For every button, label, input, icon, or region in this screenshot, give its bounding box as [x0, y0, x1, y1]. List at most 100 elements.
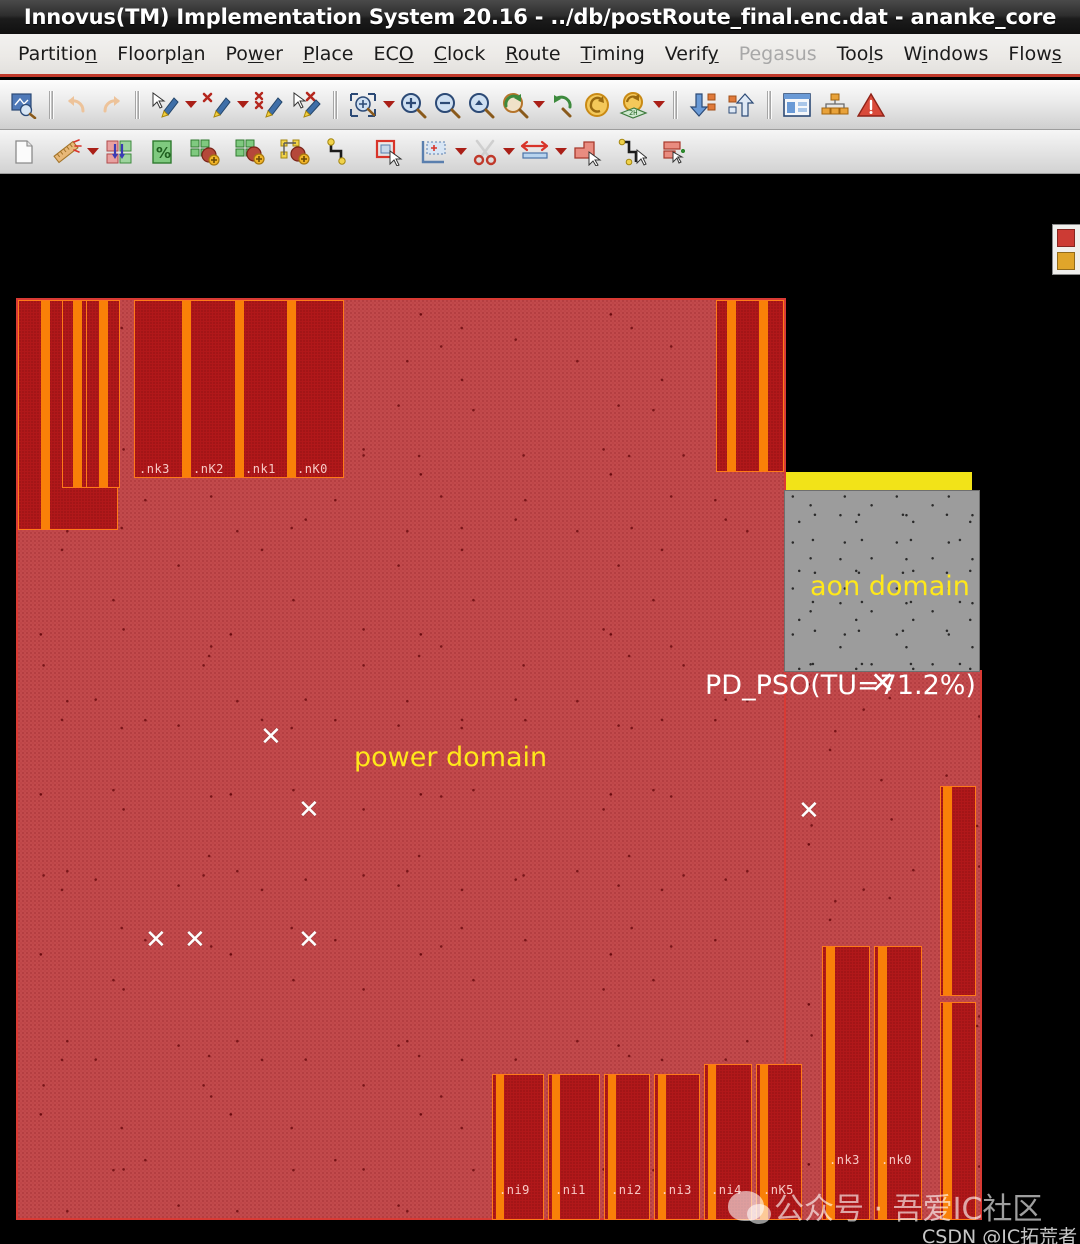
power-domain-label: power domain [354, 742, 547, 773]
select-pen-dropdown-caret[interactable] [184, 86, 198, 124]
macro-top-left-3[interactable] [86, 300, 120, 488]
macro-label: .ni9 [499, 1183, 530, 1197]
macro-bottom-right-1[interactable]: .nk3 [822, 946, 870, 1220]
deselect-all-pen-icon[interactable] [250, 86, 288, 124]
menu-item-help[interactable]: Help [1072, 41, 1080, 67]
deselect-pen-dropdown-caret[interactable] [236, 86, 250, 124]
cell-marker: ✕ [260, 724, 282, 750]
route-path-icon[interactable] [321, 133, 355, 171]
select-arrow-x-icon[interactable] [288, 86, 326, 124]
macro-bottom-4[interactable]: .ni3 [654, 1074, 700, 1220]
add-via-icon[interactable] [658, 133, 696, 171]
ruler-dropdown-caret[interactable] [86, 133, 100, 171]
pd-pso-annotation: PD_PSO(TU=71.2%) [705, 670, 976, 701]
title-bar: Innovus(TM) Implementation System 20.16 … [0, 0, 1080, 35]
macro-label: .ni2 [611, 1183, 642, 1197]
toolbar-separator [45, 90, 57, 120]
svg-text:%: % [156, 144, 171, 162]
menu-item-tools[interactable]: Tools [827, 41, 894, 67]
select-rect-icon[interactable] [371, 133, 409, 171]
route-blockage-icon[interactable] [276, 133, 314, 171]
toolbar-separator [763, 90, 775, 120]
menu-item-pegasus: Pegasus [729, 41, 827, 67]
menu-item-floorplan[interactable]: Floorplan [107, 41, 215, 67]
macro-label: .nk1 [245, 462, 276, 476]
refresh-design-icon[interactable]: 2H [614, 86, 652, 124]
window-title: Innovus(TM) Implementation System 20.16 … [24, 5, 1056, 29]
macro-bottom-2[interactable]: .ni1 [548, 1074, 600, 1220]
cut-scissors-icon[interactable] [468, 133, 502, 171]
stretch-wire-icon[interactable] [516, 133, 554, 171]
menu-item-flows[interactable]: Flows [998, 41, 1071, 67]
edit-wire-icon[interactable] [613, 133, 651, 171]
toolbar-separator [131, 90, 143, 120]
new-page-icon[interactable] [7, 133, 41, 171]
density-percent-icon[interactable]: % [145, 133, 179, 171]
palette-swatch-red[interactable] [1057, 229, 1075, 247]
hierarchy-icon[interactable] [816, 86, 854, 124]
restore-up-icon[interactable] [722, 86, 760, 124]
refresh-dropdown-caret[interactable] [652, 86, 666, 124]
select-pen-icon[interactable] [146, 86, 184, 124]
aon-domain-label: aon domain [810, 571, 970, 602]
ruler-icon[interactable] [48, 133, 86, 171]
macro-label: .nk0 [881, 1153, 912, 1167]
zoom-in-icon[interactable] [396, 86, 430, 124]
menu-item-windows[interactable]: Windows [894, 41, 999, 67]
place-halo-icon[interactable] [231, 133, 269, 171]
macro-bottom-1[interactable]: .ni9 [492, 1074, 544, 1220]
stretch-dropdown-caret[interactable] [554, 133, 568, 171]
edit-boundary-dropdown-caret[interactable] [454, 133, 468, 171]
menu-item-verify[interactable]: Verify [655, 41, 729, 67]
macro-bottom-3[interactable]: .ni2 [604, 1074, 650, 1220]
zoom-selected-dropdown-caret[interactable] [382, 86, 396, 124]
move-shape-icon[interactable] [568, 133, 606, 171]
mouse-cursor: ✕ [870, 669, 895, 699]
violation-icon[interactable] [854, 86, 888, 124]
redo-icon[interactable] [94, 86, 128, 124]
wechat-icon [728, 1191, 764, 1221]
zoom-fit-icon[interactable] [464, 86, 498, 124]
zoom-out-icon[interactable] [430, 86, 464, 124]
layer-color-palette[interactable] [1052, 224, 1080, 275]
watermark-credit: CSDN @IC拓荒者 [922, 1222, 1077, 1244]
cut-dropdown-caret[interactable] [502, 133, 516, 171]
layout-canvas[interactable]: .nk3 .nK2 .nk1 .nK0 aon domain PD_PSO(TU… [0, 174, 1080, 1244]
macro-label: .nK2 [193, 462, 224, 476]
aon-power-strip [786, 472, 972, 490]
design-browser-icon[interactable] [4, 86, 42, 124]
macro-right-tall[interactable] [940, 786, 976, 996]
macro-label: .nK0 [297, 462, 328, 476]
menu-item-timing[interactable]: Timing [571, 41, 655, 67]
macro-top-right[interactable] [716, 300, 784, 472]
menu-item-eco[interactable]: ECO [364, 41, 424, 67]
menu-bar: PartitionFloorplanPowerPlaceECOClockRout… [0, 34, 1080, 77]
menu-item-route[interactable]: Route [495, 41, 570, 67]
layout-window-icon[interactable] [778, 86, 816, 124]
save-down-icon[interactable] [684, 86, 722, 124]
menu-item-power[interactable]: Power [216, 41, 293, 67]
undo-icon[interactable] [60, 86, 94, 124]
menu-item-partition[interactable]: Partition [8, 41, 107, 67]
cell-marker: ✕ [145, 927, 167, 953]
zoom-previous-dropdown-caret[interactable] [532, 86, 546, 124]
redraw-icon[interactable] [580, 86, 614, 124]
macro-top-group[interactable]: .nk3 .nK2 .nk1 .nK0 [134, 300, 344, 478]
menu-item-place[interactable]: Place [293, 41, 364, 67]
macro-bottom-right-2[interactable]: .nk0 [874, 946, 922, 1220]
macro-label: .nk3 [139, 462, 170, 476]
flip-cell-icon[interactable] [100, 133, 138, 171]
zoom-selected-icon[interactable] [344, 86, 382, 124]
zoom-next-icon[interactable] [546, 86, 580, 124]
menu-item-clock[interactable]: Clock [424, 41, 496, 67]
edit-boundary-icon[interactable] [416, 133, 454, 171]
svg-text:2H: 2H [629, 109, 637, 117]
cell-marker: ✕ [184, 927, 206, 953]
cell-marker: ✕ [298, 927, 320, 953]
zoom-previous-icon[interactable] [498, 86, 532, 124]
toolbar-primary: 2H [0, 80, 1080, 130]
place-blockage-icon[interactable] [186, 133, 224, 171]
deselect-pen-icon[interactable] [198, 86, 236, 124]
toolbar-secondary: % [0, 130, 1080, 174]
palette-swatch-yellow[interactable] [1057, 252, 1075, 270]
